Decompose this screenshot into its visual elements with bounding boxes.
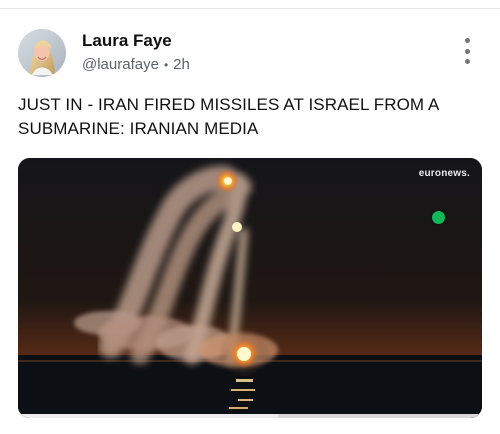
author-handle[interactable]: @laurafaye — [82, 56, 159, 74]
social-feed-page: Laura Faye @laurafaye • 2h JUST IN - IRA… — [0, 0, 500, 434]
post-text: JUST IN - IRAN FIRED MISSILES AT ISRAEL … — [18, 95, 439, 138]
author-meta: @laurafaye • 2h — [82, 56, 190, 74]
missile-launch-video-frame — [18, 158, 482, 418]
more-options-dot-icon — [464, 48, 470, 54]
avatar-photo-icon — [18, 29, 66, 77]
post-time[interactable]: 2h — [173, 56, 190, 74]
meta-separator: • — [163, 58, 169, 72]
post-card[interactable]: Laura Faye @laurafaye • 2h JUST IN - IRA… — [0, 9, 500, 434]
video-progress-track[interactable] — [18, 414, 482, 418]
author-avatar[interactable] — [18, 29, 66, 77]
video-progress-fill — [18, 414, 278, 418]
author-name[interactable]: Laura Faye — [82, 31, 172, 51]
video-media[interactable]: euronews. — [18, 158, 482, 418]
green-status-dot-icon — [432, 211, 445, 224]
more-options-button[interactable] — [458, 38, 476, 64]
video-watermark: euronews. — [418, 168, 470, 179]
more-options-dot-icon — [464, 38, 470, 43]
more-options-dot-icon — [464, 59, 470, 64]
